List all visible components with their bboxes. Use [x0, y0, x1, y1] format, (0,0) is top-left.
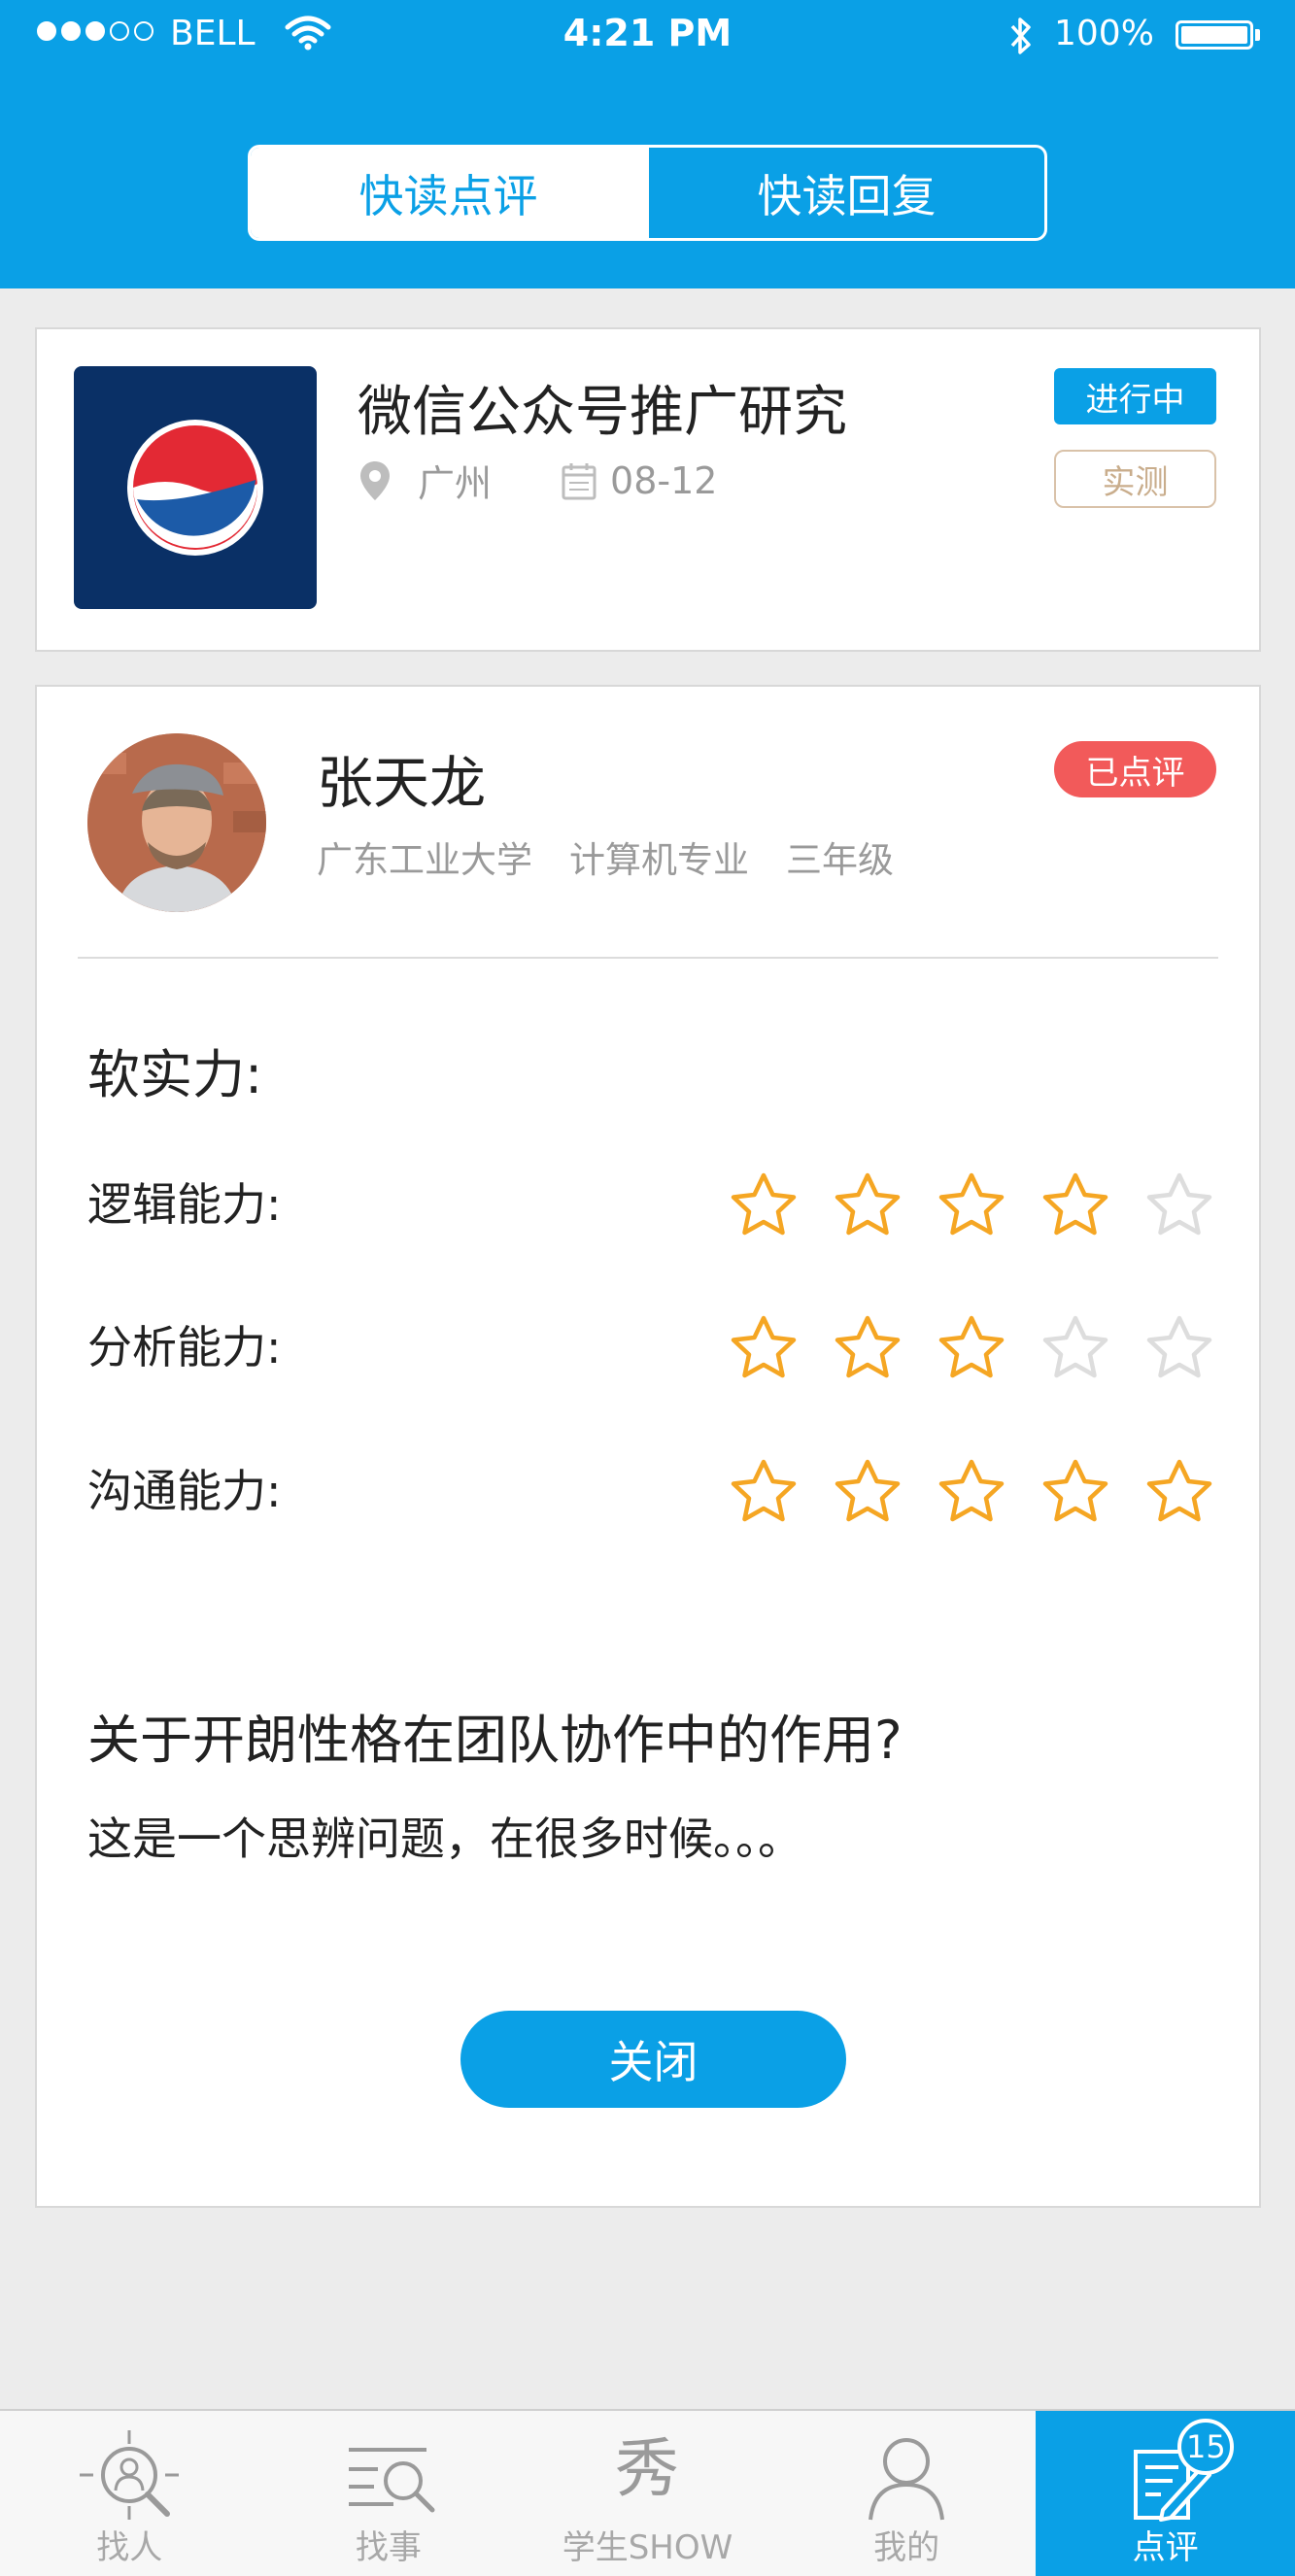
star-empty-icon[interactable] [1040, 1313, 1110, 1381]
tab-label: 点评 [1132, 2528, 1199, 2567]
segmented-control: 快读点评 快读回复 [248, 145, 1047, 241]
project-date: 08-12 [610, 458, 718, 502]
notification-badge: 15 [1177, 2419, 1235, 2475]
tab-bar: 找人 找事 秀 学生SHOW 我的 15 点评 [0, 2409, 1295, 2576]
tab-quick-reply[interactable]: 快读回复 [646, 148, 1044, 238]
tab-student-show[interactable]: 秀 学生SHOW [518, 2411, 777, 2576]
rating-row-logic: 逻辑能力: [87, 1163, 1224, 1240]
rating-label: 分析能力: [87, 1321, 282, 1373]
star-filled-icon[interactable] [937, 1457, 1006, 1525]
svg-text:秀: 秀 [615, 2431, 679, 2506]
show-icon: 秀 [615, 2431, 679, 2506]
header: BELL 4:21 PM 100% 快读点评 快读回复 [0, 0, 1295, 288]
star-empty-icon[interactable] [1144, 1313, 1214, 1381]
divider [78, 957, 1218, 959]
star-filled-icon[interactable] [833, 1313, 903, 1381]
project-card[interactable]: 微信公众号推广研究 广州 08-12 进行中 实测 [35, 327, 1261, 652]
star-filled-icon[interactable] [937, 1313, 1006, 1381]
find-job-icon [348, 2448, 435, 2513]
tab-label: 学生SHOW [562, 2528, 733, 2567]
star-filled-icon[interactable] [729, 1313, 799, 1381]
star-filled-icon[interactable] [729, 1170, 799, 1238]
star-rating[interactable] [729, 1170, 1214, 1238]
star-filled-icon[interactable] [1040, 1170, 1110, 1238]
tab-label: 我的 [873, 2528, 940, 2567]
tab-find-job[interactable]: 找事 [259, 2411, 519, 2576]
review-card: 张天龙 广东工业大学 计算机专业 三年级 已点评 软实力: 逻辑能力: 分析能力… [35, 685, 1261, 2208]
answer-text: 这是一个思辨问题，在很多时候。。。 [87, 1813, 802, 1865]
tab-label: 找人 [96, 2528, 163, 2567]
project-title: 微信公众号推广研究 [358, 381, 847, 444]
battery-percent: 100% [1054, 14, 1154, 53]
star-empty-icon[interactable] [1144, 1170, 1214, 1238]
rating-row-communication: 沟通能力: [87, 1449, 1224, 1527]
star-filled-icon[interactable] [833, 1457, 903, 1525]
battery-icon [1176, 20, 1253, 50]
section-title: 软实力: [87, 1044, 263, 1105]
reviewed-badge: 已点评 [1054, 741, 1216, 797]
tab-quick-review[interactable]: 快读点评 [251, 148, 646, 238]
star-filled-icon[interactable] [729, 1457, 799, 1525]
star-filled-icon[interactable] [833, 1170, 903, 1238]
project-meta: 广州 08-12 [358, 454, 717, 507]
project-logo [74, 366, 317, 609]
avatar[interactable] [87, 733, 266, 912]
screen: BELL 4:21 PM 100% 快读点评 快读回复 微信公众号推广研究 广州… [0, 0, 1295, 2576]
close-button[interactable]: 关闭 [460, 2011, 846, 2108]
bluetooth-icon [1010, 17, 1031, 54]
student-photo [87, 733, 266, 912]
type-badge: 实测 [1054, 450, 1216, 508]
star-rating[interactable] [729, 1313, 1214, 1381]
tab-profile[interactable]: 我的 [777, 2411, 1037, 2576]
star-filled-icon[interactable] [937, 1170, 1006, 1238]
tab-find-person[interactable]: 找人 [0, 2411, 259, 2576]
tab-review[interactable]: 15 点评 [1036, 2411, 1295, 2576]
rating-label: 逻辑能力: [87, 1178, 282, 1231]
profile-icon [869, 2438, 945, 2521]
tab-label: 找事 [355, 2528, 422, 2567]
status-badge: 进行中 [1054, 368, 1216, 424]
rating-label: 沟通能力: [87, 1465, 282, 1517]
student-info: 广东工业大学 计算机专业 三年级 [317, 830, 894, 883]
student-name: 张天龙 [317, 750, 487, 816]
rating-row-analysis: 分析能力: [87, 1305, 1224, 1383]
student-grade: 三年级 [786, 839, 894, 881]
student-university: 广东工业大学 [317, 839, 532, 881]
status-bar: BELL 4:21 PM 100% [0, 0, 1295, 72]
find-person-icon [80, 2430, 180, 2520]
star-filled-icon[interactable] [1040, 1457, 1110, 1525]
location-pin-icon [360, 460, 390, 500]
student-major: 计算机专业 [569, 839, 749, 881]
pepsi-logo-icon [127, 420, 263, 556]
star-rating[interactable] [729, 1457, 1214, 1525]
question-text: 关于开朗性格在团队协作中的作用? [87, 1710, 903, 1771]
battery-cap [1255, 29, 1260, 41]
calendar-icon [562, 462, 596, 499]
project-city: 广州 [418, 462, 493, 505]
star-filled-icon[interactable] [1144, 1457, 1214, 1525]
